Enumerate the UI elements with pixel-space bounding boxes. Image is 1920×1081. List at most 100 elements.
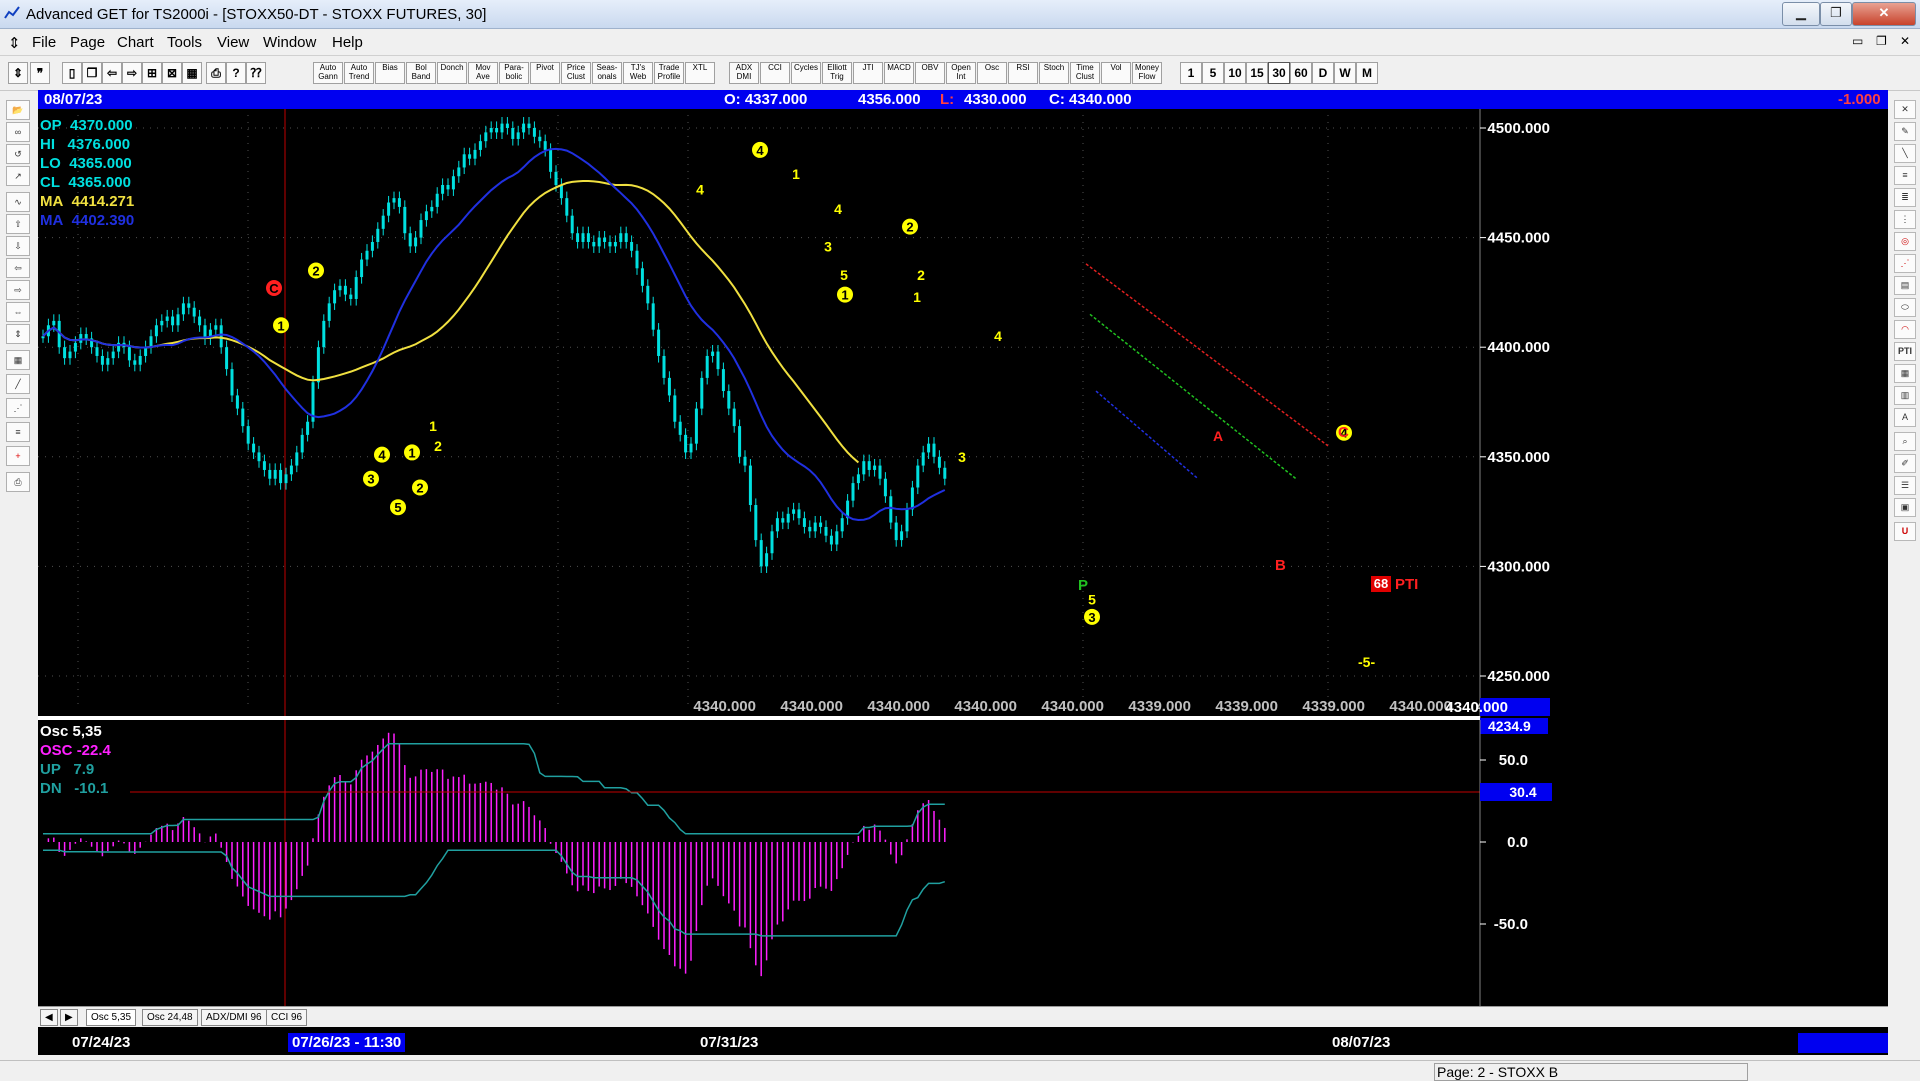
whatsthis-icon[interactable]: ⁇ [246, 62, 266, 84]
interval-button-M[interactable]: M [1356, 62, 1378, 84]
menu-chart[interactable]: Chart [117, 34, 154, 51]
trendline-icon[interactable]: ╲ [1894, 144, 1916, 163]
indicator-button-8[interactable]: Pivot [530, 62, 560, 84]
fib-icon[interactable]: ≡ [6, 422, 30, 442]
tab-scroll-left[interactable]: ◀ [40, 1009, 58, 1026]
pencil-icon[interactable]: ✎ [1894, 122, 1916, 141]
tab-scroll-right[interactable]: ▶ [60, 1009, 78, 1026]
paint-icon[interactable]: ✐ [1894, 454, 1916, 473]
split-icon[interactable]: ⊞ [142, 62, 162, 84]
new-page-icon[interactable]: ▯ [62, 62, 82, 84]
fan-icon[interactable]: ⋰ [1894, 254, 1916, 273]
indicator-button-16[interactable]: Cycles [791, 62, 821, 84]
circle-icon[interactable]: ◎ [1894, 232, 1916, 251]
date-scroll-box[interactable] [1798, 1033, 1888, 1053]
help-icon[interactable]: ? [226, 62, 246, 84]
magnifier-icon[interactable]: ⌕ [1894, 432, 1916, 451]
tab-adx-dmi[interactable]: ADX/DMI 96 [201, 1009, 267, 1026]
copy-icon[interactable]: ❐ [82, 62, 102, 84]
tab-osc-5-35[interactable]: Osc 5,35 [86, 1009, 137, 1026]
channel-icon[interactable]: ▤ [1894, 276, 1916, 295]
indicator-button-12[interactable]: Trade Profile [654, 62, 684, 84]
expand-h-icon[interactable]: ⇔ [6, 302, 30, 322]
mdi-minimize-icon[interactable]: ▭ [1852, 34, 1863, 48]
close-drawing-icon[interactable]: ✕ [1894, 100, 1916, 119]
indicator-button-25[interactable]: Time Clust [1070, 62, 1100, 84]
indicator-button-2[interactable]: Auto Trend [344, 62, 374, 84]
menu-page[interactable]: Page [70, 34, 105, 51]
indicator-button-24[interactable]: Stoch [1039, 62, 1069, 84]
profile-icon[interactable]: ▥ [1894, 386, 1916, 405]
back-icon[interactable]: ⇦ [102, 62, 122, 84]
indicator-button-9[interactable]: Price Clust [561, 62, 591, 84]
indicator-button-17[interactable]: Elliott Trig [822, 62, 852, 84]
indicator-button-11[interactable]: TJ's Web [623, 62, 653, 84]
mdi-restore-icon[interactable]: ❐ [1876, 34, 1887, 48]
indicator-button-6[interactable]: Mov Ave [468, 62, 498, 84]
down-arrow-icon[interactable]: ⇩ [6, 236, 30, 256]
text-tool-icon[interactable]: A [1894, 408, 1916, 427]
interval-button-30[interactable]: 30 [1268, 62, 1290, 84]
up-arrow-icon[interactable]: ⇧ [6, 214, 30, 234]
lines-icon[interactable]: ╱ [6, 374, 30, 394]
menu-view[interactable]: View [217, 34, 249, 51]
interval-button-W[interactable]: W [1334, 62, 1356, 84]
fib-time-icon[interactable]: ⋮ [1894, 210, 1916, 229]
interval-button-60[interactable]: 60 [1290, 62, 1312, 84]
arc-icon[interactable]: ◠ [1894, 320, 1916, 339]
gann-icon[interactable]: ⋰ [6, 398, 30, 418]
mdi-close-icon[interactable]: ✕ [1900, 34, 1910, 48]
magnet-icon[interactable]: U [1894, 522, 1916, 541]
interval-button-15[interactable]: 15 [1246, 62, 1268, 84]
indicator-button-27[interactable]: Money Flow [1132, 62, 1162, 84]
pti-icon[interactable]: PTI [1894, 342, 1916, 361]
maximize-button[interactable]: ❐ [1820, 2, 1852, 26]
indicator-button-21[interactable]: Open Int [946, 62, 976, 84]
fib-extension-icon[interactable]: ≣ [1894, 188, 1916, 207]
indicator-button-20[interactable]: OBV [915, 62, 945, 84]
zoom-icon[interactable]: ∞ [6, 122, 30, 142]
indicator-button-26[interactable]: Vol [1101, 62, 1131, 84]
price-chart-svg[interactable]: 12C4351212441435122143534 4500.0004450.0… [38, 90, 1888, 1055]
doc-icon[interactable]: ⇕ [8, 34, 21, 52]
study-icon[interactable]: ↗ [6, 166, 30, 186]
print-page-icon[interactable]: ⎙ [6, 472, 30, 492]
grid-lines-icon[interactable]: ▦ [6, 350, 30, 370]
list-icon[interactable]: ☰ [1894, 476, 1916, 495]
minimize-button[interactable]: ▁ [1782, 2, 1820, 26]
print-icon[interactable]: ⎙ [206, 62, 226, 84]
indicator-button-1[interactable]: Auto Gann [313, 62, 343, 84]
calculator-icon[interactable]: ▣ [1894, 498, 1916, 517]
tab-cci[interactable]: CCI 96 [266, 1009, 308, 1026]
cancel-icon[interactable]: ⊠ [162, 62, 182, 84]
indicator-button-23[interactable]: RSI [1008, 62, 1038, 84]
indicator-button-18[interactable]: JTI [853, 62, 883, 84]
indicator-button-3[interactable]: Bias [375, 62, 405, 84]
fib-retracement-icon[interactable]: ≡ [1894, 166, 1916, 185]
forward-icon[interactable]: ⇨ [122, 62, 142, 84]
reset-icon[interactable]: ↺ [6, 144, 30, 164]
indicator-button-5[interactable]: Donch [437, 62, 467, 84]
table-icon[interactable]: ▦ [1894, 364, 1916, 383]
menu-help[interactable]: Help [332, 34, 363, 51]
indicator-button-19[interactable]: MACD [884, 62, 914, 84]
right-arrow-icon[interactable]: ⇨ [6, 280, 30, 300]
indicator-button-4[interactable]: Bol Band [406, 62, 436, 84]
indicator-button-15[interactable]: CCI [760, 62, 790, 84]
indicator-button-13[interactable]: XTL [685, 62, 715, 84]
menu-file[interactable]: File [32, 34, 56, 51]
indicator-button-22[interactable]: Osc [977, 62, 1007, 84]
interval-button-10[interactable]: 10 [1224, 62, 1246, 84]
quote-icon[interactable]: ❞ [30, 62, 50, 84]
indicator-button-14[interactable]: ADX DMI [729, 62, 759, 84]
menu-tools[interactable]: Tools [167, 34, 202, 51]
expand-v-icon[interactable]: ⇕ [6, 324, 30, 344]
left-arrow-icon[interactable]: ⇦ [6, 258, 30, 278]
indicator-button-10[interactable]: Seas-onals [592, 62, 622, 84]
menu-window[interactable]: Window [263, 34, 316, 51]
ellipse-icon[interactable]: ⬭ [1894, 298, 1916, 317]
indicator-button-7[interactable]: Para-bolic [499, 62, 529, 84]
chart-area[interactable]: 12C4351212441435122143534 4500.000 4450.0… [38, 90, 1888, 1055]
grid-icon[interactable]: ▦ [182, 62, 202, 84]
interval-button-D[interactable]: D [1312, 62, 1334, 84]
